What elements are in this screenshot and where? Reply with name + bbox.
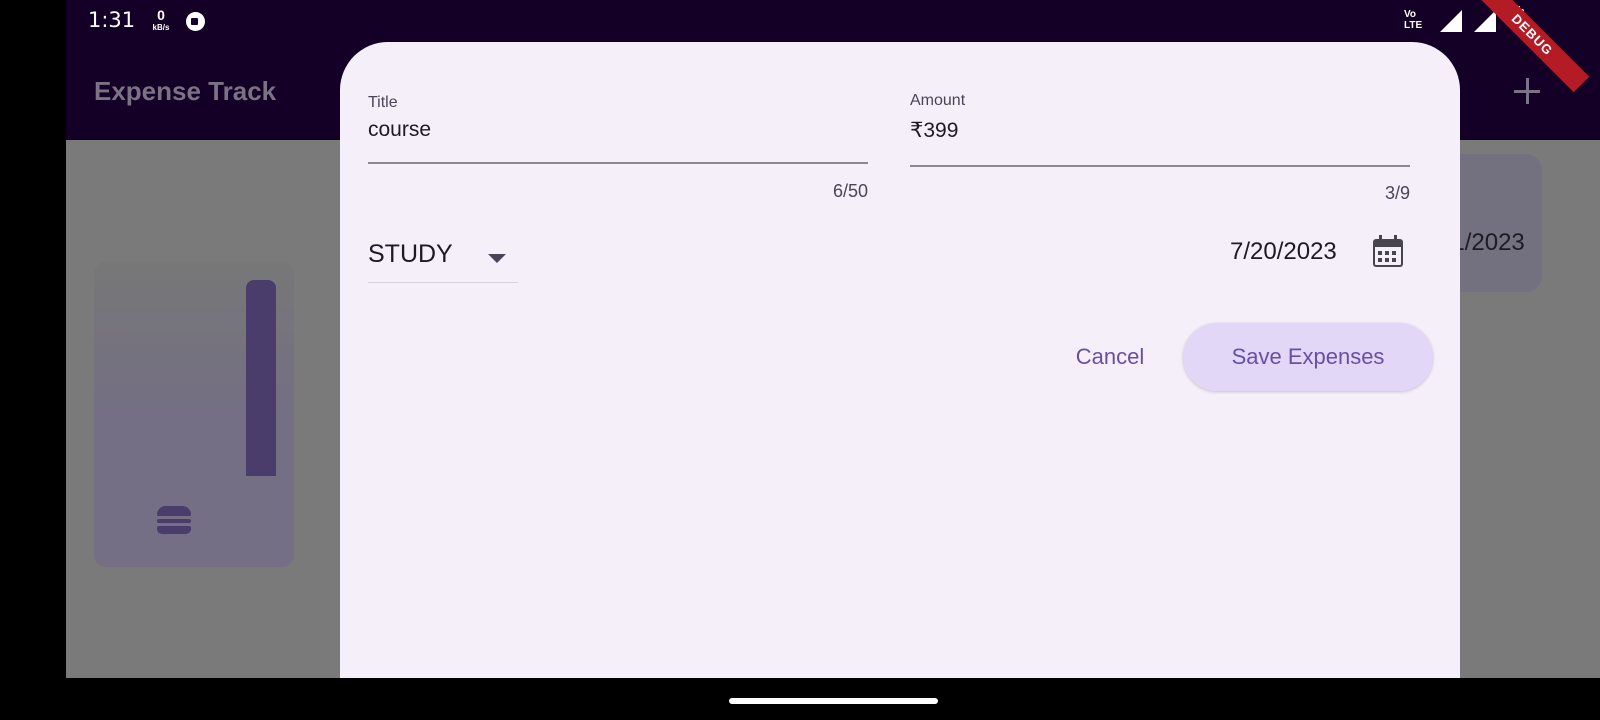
amount-input[interactable]: ₹399 (910, 118, 958, 143)
title-label: Title (368, 94, 398, 111)
volte-label-bottom: LTE (1404, 20, 1423, 31)
app-screen: 1:31 0 kB/s Vo LTE Expense Track 7/21/20… (66, 0, 1600, 678)
status-time: 1:31 (88, 8, 136, 32)
chart-bar (246, 280, 276, 476)
title-underline (368, 162, 868, 164)
app-title: Expense Track (94, 76, 277, 106)
title-counter: 6/50 (832, 181, 868, 201)
network-speed-value: 0 (157, 7, 165, 23)
network-speed-unit: kB/s (152, 23, 170, 32)
system-nav-bar (0, 678, 1600, 720)
cancel-button[interactable]: Cancel (1060, 332, 1160, 382)
status-bar: 1:31 0 kB/s Vo LTE (66, 0, 1600, 42)
amount-counter: 3/9 (1384, 183, 1410, 203)
save-expenses-button[interactable]: Save Expenses (1183, 323, 1433, 391)
category-value: STUDY (368, 240, 453, 268)
amount-label: Amount (910, 92, 966, 109)
add-expense-sheet: Title course 6/50 Amount ₹399 3/9 STUDY … (340, 42, 1460, 678)
dropdown-arrow-icon (488, 254, 506, 263)
gesture-handle[interactable] (729, 698, 938, 704)
title-input[interactable]: course (368, 118, 431, 142)
wifi-signal-icon (1440, 10, 1462, 32)
cell-signal-icon (1474, 10, 1496, 32)
amount-underline (910, 165, 1410, 167)
volte-icon: Vo LTE (1404, 9, 1422, 31)
network-speed: 0 kB/s (148, 8, 174, 32)
category-dropdown[interactable]: STUDY (368, 232, 518, 283)
burger-icon (157, 506, 191, 534)
calendar-icon[interactable] (1373, 235, 1403, 267)
plus-icon[interactable] (1514, 78, 1540, 104)
selected-date: 7/20/2023 (1230, 238, 1337, 265)
volte-label-top: Vo (1404, 9, 1417, 20)
screen-record-icon (186, 12, 205, 31)
